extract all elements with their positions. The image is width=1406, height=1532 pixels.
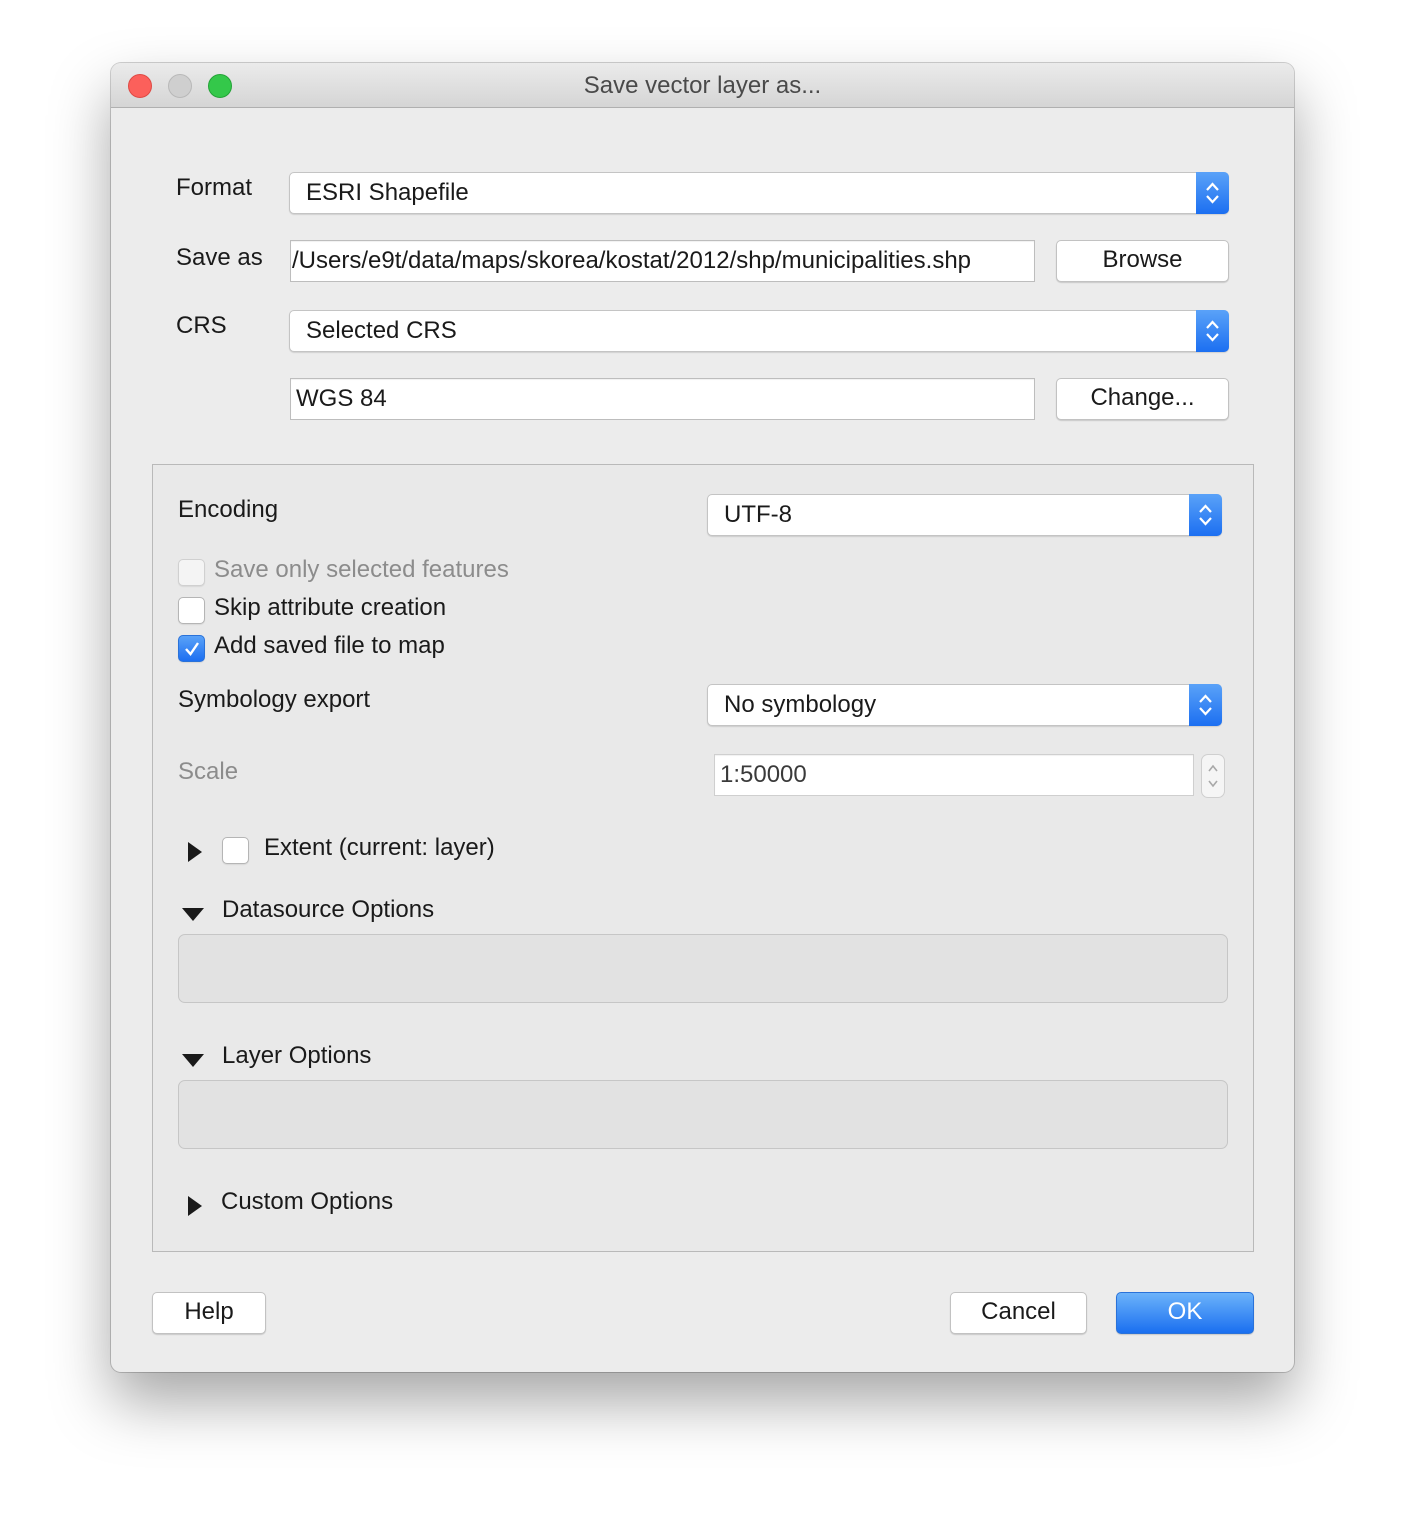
options-groupbox: Encoding UTF-8 Save only selected featur… (152, 464, 1254, 1252)
datasource-options-label[interactable]: Datasource Options (222, 896, 434, 924)
save-as-label: Save as (176, 244, 263, 271)
spinner-arrows-icon (1208, 764, 1218, 788)
window-title: Save vector layer as... (583, 72, 822, 99)
add-saved-file-label[interactable]: Add saved file to map (214, 632, 445, 660)
scale-input[interactable]: 1:50000 (714, 754, 1194, 796)
add-saved-file-checkbox[interactable] (178, 635, 205, 662)
save-as-path-value: /Users/e9t/data/maps/skorea/kostat/2012/… (292, 247, 972, 274)
custom-options-label[interactable]: Custom Options (221, 1188, 393, 1216)
format-value: ESRI Shapefile (306, 179, 469, 206)
layer-options-label[interactable]: Layer Options (222, 1042, 371, 1070)
help-button[interactable]: Help (152, 1292, 266, 1334)
encoding-label: Encoding (178, 496, 279, 523)
encoding-combobox[interactable]: UTF-8 (707, 494, 1222, 536)
scale-label: Scale (178, 758, 239, 785)
crs-mode-value: Selected CRS (306, 317, 457, 344)
datasource-options-area (178, 934, 1228, 1003)
crs-mode-combobox[interactable]: Selected CRS (289, 310, 1229, 352)
browse-button[interactable]: Browse (1056, 240, 1229, 282)
scale-spinner[interactable] (1201, 754, 1225, 798)
skip-attribute-creation-checkbox[interactable] (178, 597, 205, 624)
skip-attribute-creation-label[interactable]: Skip attribute creation (214, 594, 446, 622)
extent-expand-icon[interactable] (188, 842, 202, 862)
extent-checkbox[interactable] (222, 837, 249, 864)
extent-label[interactable]: Extent (current: layer) (264, 834, 495, 862)
symbology-export-value: No symbology (724, 691, 877, 718)
change-crs-button[interactable]: Change... (1056, 378, 1229, 420)
crs-value-field[interactable]: WGS 84 (290, 378, 1035, 420)
symbology-combobox-arrows-icon (1189, 684, 1222, 726)
format-combobox-arrows-icon (1196, 172, 1229, 214)
format-combobox[interactable]: ESRI Shapefile (289, 172, 1229, 214)
custom-options-expand-icon[interactable] (188, 1196, 202, 1216)
datasource-options-collapse-icon[interactable] (182, 908, 204, 921)
save-only-selected-label: Save only selected features (214, 556, 509, 583)
encoding-value: UTF-8 (724, 501, 792, 528)
ok-button[interactable]: OK (1116, 1292, 1254, 1334)
cancel-button[interactable]: Cancel (950, 1292, 1087, 1334)
format-label: Format (176, 174, 253, 201)
save-vector-layer-dialog: Save vector layer as... Format ESRI Shap… (111, 63, 1294, 1372)
crs-combobox-arrows-icon (1196, 310, 1229, 352)
layer-options-collapse-icon[interactable] (182, 1054, 204, 1067)
title-bar[interactable]: Save vector layer as... (111, 63, 1294, 108)
symbology-export-label: Symbology export (178, 686, 371, 713)
layer-options-area (178, 1080, 1228, 1149)
symbology-export-combobox[interactable]: No symbology (707, 684, 1222, 726)
scale-value: 1:50000 (720, 761, 807, 788)
checkmark-icon (185, 642, 199, 656)
crs-label: CRS (176, 312, 227, 339)
encoding-combobox-arrows-icon (1189, 494, 1222, 536)
save-as-path-input[interactable]: /Users/e9t/data/maps/skorea/kostat/2012/… (290, 240, 1035, 282)
save-only-selected-checkbox (178, 559, 205, 586)
crs-value: WGS 84 (296, 385, 387, 412)
